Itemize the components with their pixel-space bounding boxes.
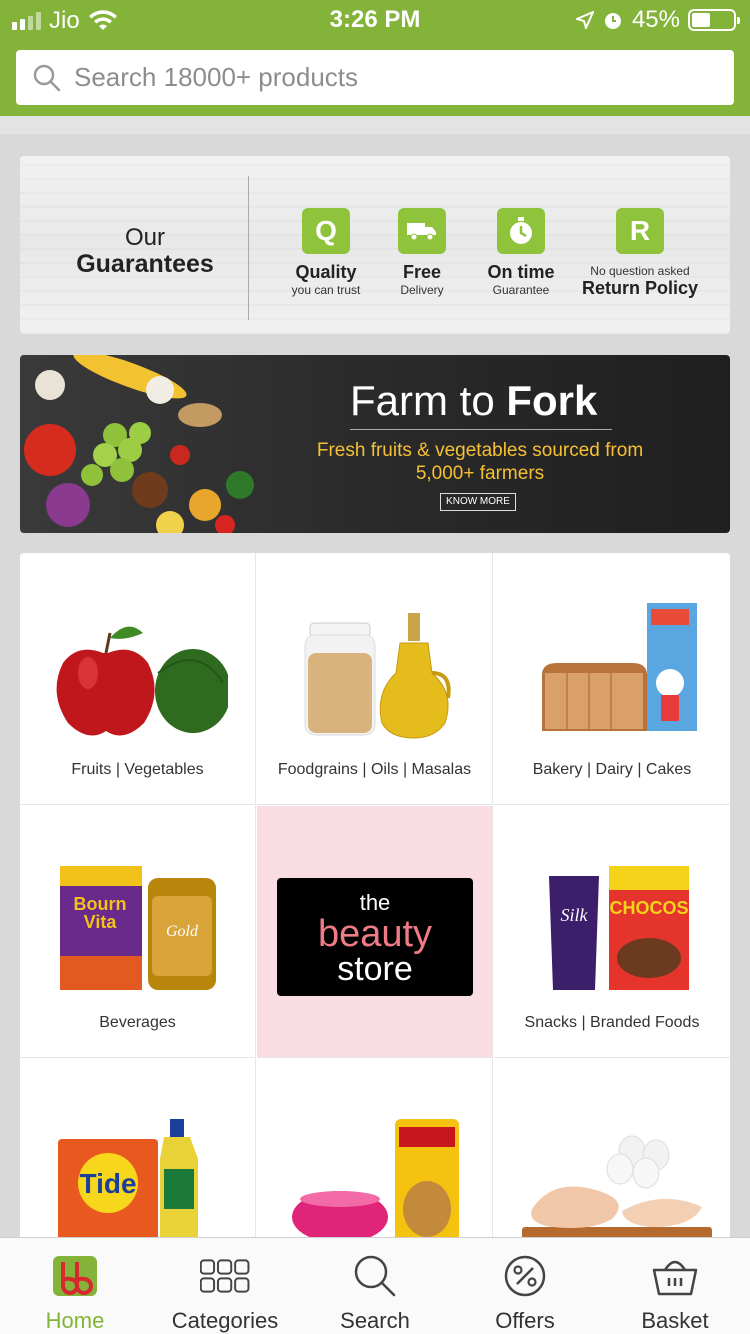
svg-text:Tide: Tide (79, 1168, 136, 1199)
category-label: Bakery | Dairy | Cakes (532, 761, 692, 778)
beauty-store-logo: the beauty store (277, 878, 473, 996)
category-beverages[interactable]: Bourn Vita Gold Beverages (20, 806, 256, 1058)
location-arrow-icon (575, 11, 594, 29)
banner-subtitle: Fresh fruits & vegetables sourced from 5… (316, 440, 644, 484)
category-snacks-branded-foods[interactable]: Silk CHOCOS Snacks | Branded Foods (494, 806, 730, 1058)
category-label: Fruits | Vegetables (71, 761, 204, 778)
eggs-meat-image (494, 1089, 730, 1243)
percent-badge-icon (500, 1254, 550, 1298)
banner-divider (350, 429, 612, 430)
delivery-truck-icon (398, 208, 446, 254)
guarantee-quality: Q Quality you can trust (276, 208, 376, 297)
bottom-tab-bar: Home Categories Search Offers Basket (0, 1237, 750, 1334)
snacks-image: Silk CHOCOS (494, 836, 730, 996)
search-icon (350, 1254, 400, 1298)
category-household[interactable]: Tide (20, 1059, 256, 1243)
fruits-vegetables-image (20, 583, 255, 743)
tab-label: Search (340, 1308, 410, 1333)
category-kitchen-pet[interactable] (257, 1059, 493, 1243)
beverages-image: Bourn Vita Gold (20, 836, 255, 996)
fresh-produce-image (24, 355, 254, 533)
basket-icon (650, 1254, 700, 1298)
tab-categories[interactable]: Categories (150, 1238, 300, 1334)
grid-icon (200, 1254, 250, 1298)
svg-text:Bourn: Bourn (73, 894, 126, 914)
category-foodgrains-oils-masalas[interactable]: Foodgrains | Oils | Masalas (257, 553, 493, 805)
guarantee-delivery: Free Delivery (382, 208, 462, 297)
guarantee-return-policy: R No question asked Return Policy (580, 208, 700, 299)
category-beauty-store[interactable]: the beauty store (257, 806, 493, 1058)
category-grid: Fruits | Vegetables Foodgrains | Oils | … (20, 553, 730, 1243)
category-label: Foodgrains | Oils | Masalas (277, 761, 472, 778)
household-image: Tide (20, 1089, 255, 1243)
guarantee-on-time: On time Guarantee (476, 208, 566, 297)
tab-label: Categories (171, 1308, 279, 1333)
category-label: Beverages (99, 1014, 176, 1031)
svg-text:Vita: Vita (83, 912, 117, 932)
tab-label: Home (45, 1308, 105, 1333)
category-eggs-meat[interactable] (494, 1059, 730, 1243)
quality-icon: Q (302, 208, 350, 254)
search-input[interactable]: Search 18000+ products (16, 50, 734, 105)
battery-fill (692, 13, 710, 27)
foodgrains-oils-image (257, 583, 492, 743)
category-label: Snacks | Branded Foods (524, 1014, 700, 1031)
search-icon (33, 64, 61, 91)
tab-search[interactable]: Search (300, 1238, 450, 1334)
search-placeholder: Search 18000+ products (74, 62, 359, 92)
svg-text:Gold: Gold (166, 923, 199, 940)
tab-home[interactable]: Home (0, 1238, 150, 1334)
farm-to-fork-banner[interactable]: Farm to Fork Fresh fruits & vegetables s… (20, 355, 730, 533)
guarantees-banner[interactable]: Our Guarantees Q Quality you can trust F… (20, 156, 730, 334)
battery-percent: 45% (631, 6, 680, 33)
know-more-button[interactable]: KNOW MORE (440, 493, 516, 511)
svg-text:Silk: Silk (561, 905, 589, 925)
divider (248, 176, 249, 320)
tab-offers[interactable]: Offers (450, 1238, 600, 1334)
header-shadow (0, 116, 750, 134)
stopwatch-icon (497, 208, 545, 254)
tab-label: Offers (495, 1308, 555, 1333)
category-fruits-vegetables[interactable]: Fruits | Vegetables (20, 553, 256, 805)
app-header: Jio 3:26 PM 45% Search 18000+ products (0, 0, 750, 116)
tab-label: Basket (641, 1308, 709, 1333)
banner-title: Farm to Fork (350, 377, 598, 424)
bakery-dairy-image (494, 583, 730, 743)
guarantees-title: Our Guarantees (76, 224, 214, 278)
category-bakery-dairy-cakes[interactable]: Bakery | Dairy | Cakes (494, 553, 730, 805)
battery-icon (688, 9, 740, 31)
kitchen-pet-image (257, 1089, 492, 1243)
svg-text:CHOCOS: CHOCOS (609, 898, 688, 918)
bigbasket-logo-icon (50, 1254, 100, 1298)
status-bar: Jio 3:26 PM 45% (0, 0, 750, 40)
alarm-clock-icon (604, 13, 621, 29)
tab-basket[interactable]: Basket (600, 1238, 750, 1334)
return-policy-icon: R (616, 208, 664, 254)
